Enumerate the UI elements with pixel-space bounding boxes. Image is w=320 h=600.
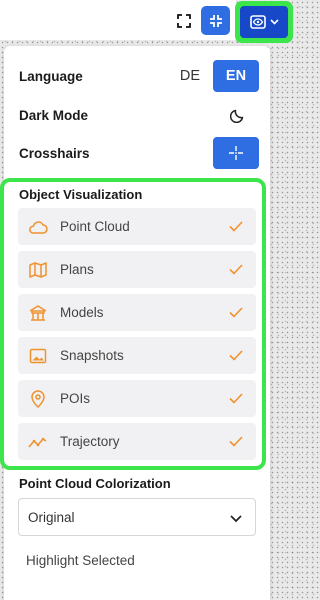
collapse-button[interactable] (201, 6, 230, 35)
language-en-button[interactable]: EN (213, 60, 259, 92)
map-icon (28, 260, 48, 280)
check-icon (229, 221, 243, 232)
building-icon (28, 303, 48, 323)
trajectory-icon (28, 432, 48, 452)
check-icon (229, 436, 243, 447)
check-icon (229, 350, 243, 361)
object-visualization-title: Object Visualization (19, 187, 143, 202)
check-icon (229, 264, 243, 275)
crosshairs-row: Crosshairs (19, 137, 259, 169)
visibility-menu-highlight (235, 1, 293, 43)
check-icon (229, 393, 243, 404)
toggle-snapshots[interactable]: Snapshots (18, 337, 256, 374)
check-icon (229, 307, 243, 318)
colorization-select[interactable]: Original (18, 498, 256, 536)
toggle-trajectory[interactable]: Trajectory (18, 423, 256, 460)
crosshairs-label: Crosshairs (19, 145, 90, 161)
moon-icon (230, 109, 244, 123)
snapshots-label: Snapshots (60, 348, 124, 363)
dark-mode-row: Dark Mode (19, 99, 259, 131)
toggle-pois[interactable]: POIs (18, 380, 256, 417)
map-pin-icon (28, 389, 48, 409)
top-toolbar (0, 0, 299, 46)
fullscreen-icon (176, 13, 191, 28)
image-icon (28, 346, 48, 366)
visibility-menu-button[interactable] (240, 6, 288, 38)
point-cloud-colorization-title: Point Cloud Colorization (19, 476, 171, 491)
pois-label: POIs (60, 391, 91, 406)
toggle-point-cloud[interactable]: Point Cloud (18, 208, 256, 245)
chevron-down-icon (269, 19, 279, 25)
dark-mode-label: Dark Mode (19, 107, 89, 123)
trajectory-label: Trajectory (60, 434, 120, 449)
language-label: Language (19, 68, 83, 84)
eye-icon (249, 15, 266, 29)
dark-mode-toggle[interactable] (229, 106, 247, 124)
highlight-selected-option[interactable]: Highlight Selected (26, 553, 135, 568)
crosshair-icon (229, 146, 243, 160)
colorization-selected-value: Original (28, 509, 75, 525)
fullscreen-button[interactable] (169, 6, 198, 35)
point-cloud-label: Point Cloud (60, 219, 130, 234)
models-label: Models (60, 305, 104, 320)
cloud-icon (28, 217, 48, 237)
crosshairs-toggle[interactable] (213, 137, 259, 169)
language-row: Language DE EN (19, 60, 259, 92)
visibility-settings-panel: Language DE EN Dark Mode Crosshairs Obje… (4, 46, 270, 600)
plans-label: Plans (60, 262, 94, 277)
toggle-plans[interactable]: Plans (18, 251, 256, 288)
language-de-button[interactable]: DE (171, 60, 209, 92)
collapse-icon (209, 14, 222, 27)
chevron-down-icon (230, 515, 242, 523)
toggle-models[interactable]: Models (18, 294, 256, 331)
